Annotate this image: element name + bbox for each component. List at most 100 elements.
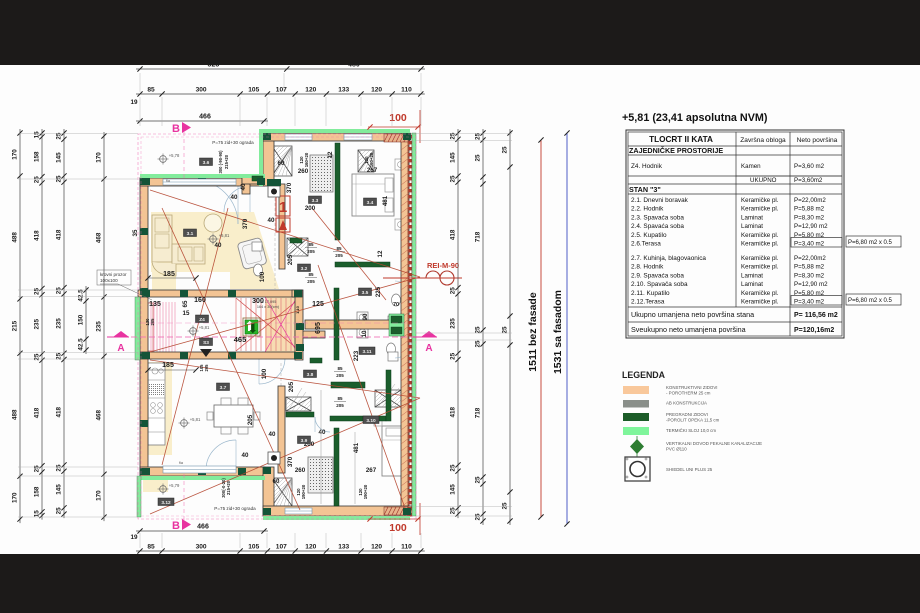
svg-text:85: 85 <box>308 272 314 277</box>
svg-text:110: 110 <box>401 544 412 551</box>
svg-text:25: 25 <box>450 507 457 515</box>
svg-text:120: 120 <box>371 87 382 94</box>
svg-text:A: A <box>425 343 432 354</box>
svg-text:200: 200 <box>305 205 316 212</box>
svg-text:418: 418 <box>450 406 457 417</box>
svg-text:107: 107 <box>276 87 287 94</box>
svg-text:215+20: 215+20 <box>226 480 231 495</box>
svg-text:25: 25 <box>34 465 41 473</box>
svg-text:60: 60 <box>278 160 285 167</box>
svg-text:VERTIKALNI DOVOD FEKALNE KANAL: VERTIKALNI DOVOD FEKALNE KANALIZACIJE <box>666 441 762 446</box>
svg-text:3.10: 3.10 <box>366 418 376 424</box>
svg-text:P=6,80 m2 x 0.5: P=6,80 m2 x 0.5 <box>848 298 893 304</box>
svg-text:3.7: 3.7 <box>220 385 227 391</box>
svg-text:35: 35 <box>132 229 139 236</box>
svg-text:2.8. Hodnik: 2.8. Hodnik <box>631 264 664 271</box>
svg-text:40: 40 <box>319 429 326 436</box>
svg-text:25: 25 <box>502 326 509 334</box>
svg-text:B: B <box>172 520 180 532</box>
svg-text:235: 235 <box>96 321 103 332</box>
svg-text:205: 205 <box>150 318 155 326</box>
svg-text:P=3,40 m2: P=3,40 m2 <box>794 241 825 248</box>
svg-text:170: 170 <box>96 490 103 501</box>
svg-text:40: 40 <box>269 431 276 438</box>
svg-text:P= 116,56 m2: P= 116,56 m2 <box>794 312 838 319</box>
svg-text:158: 158 <box>34 151 41 162</box>
svg-text:170: 170 <box>96 152 103 163</box>
svg-text:25: 25 <box>502 146 509 154</box>
svg-text:2.12.Terasa: 2.12.Terasa <box>631 299 665 306</box>
svg-text:+5,81: +5,81 <box>219 233 230 238</box>
svg-text:215: 215 <box>12 320 19 331</box>
svg-text:418: 418 <box>56 406 63 417</box>
svg-text:25: 25 <box>450 352 457 360</box>
svg-text:Z4. Hodnik: Z4. Hodnik <box>631 163 663 170</box>
svg-text:488: 488 <box>12 409 19 420</box>
svg-text:Keramičke pl.: Keramičke pl. <box>741 264 779 271</box>
svg-text:fia: fia <box>179 461 184 465</box>
svg-text:25: 25 <box>475 513 482 521</box>
svg-text:718: 718 <box>475 231 482 242</box>
svg-text:LEGENDA: LEGENDA <box>622 370 666 380</box>
svg-text:120: 120 <box>305 544 316 551</box>
svg-text:25: 25 <box>475 326 482 334</box>
svg-text:2.5. Kupatilo: 2.5. Kupatilo <box>631 232 667 239</box>
svg-text:3.6: 3.6 <box>203 160 210 166</box>
svg-text:P=5,88 m2: P=5,88 m2 <box>794 206 825 213</box>
svg-text:185: 185 <box>162 362 174 369</box>
svg-text:205: 205 <box>307 249 315 254</box>
svg-text:Neto površina: Neto površina <box>797 137 838 144</box>
svg-text:85: 85 <box>337 366 343 371</box>
svg-text:145: 145 <box>450 152 457 163</box>
svg-text:205: 205 <box>288 381 295 392</box>
svg-text:235: 235 <box>34 319 41 330</box>
svg-text:STAN "3": STAN "3" <box>629 185 661 194</box>
svg-text:1511 bez fasade: 1511 bez fasade <box>527 292 539 372</box>
svg-text:695: 695 <box>315 322 322 334</box>
svg-text:205: 205 <box>247 414 254 425</box>
svg-text:481: 481 <box>382 195 389 206</box>
svg-text:- POROTHERM 25 cm: - POROTHERM 25 cm <box>666 391 711 396</box>
svg-text:85: 85 <box>147 87 155 94</box>
svg-text:40: 40 <box>231 194 238 201</box>
svg-text:+5,79: +5,79 <box>169 483 180 488</box>
svg-text:40: 40 <box>215 242 222 249</box>
svg-text:205: 205 <box>336 373 344 378</box>
svg-text:158: 158 <box>33 486 40 497</box>
svg-text:170: 170 <box>12 492 19 503</box>
svg-text:164 x 30(cm): 164 x 30(cm) <box>257 305 280 309</box>
svg-text:3.11: 3.11 <box>362 349 371 355</box>
svg-text:Keramičke pl.: Keramičke pl. <box>741 241 779 248</box>
svg-text:+5,81: +5,81 <box>199 325 210 330</box>
svg-text:Z4: Z4 <box>199 317 205 323</box>
svg-text:170: 170 <box>12 149 19 160</box>
svg-text:Keramičke pl.: Keramičke pl. <box>741 299 779 306</box>
svg-text:KONSTRUKTIVNI ZIDOVI: KONSTRUKTIVNI ZIDOVI <box>666 385 717 390</box>
svg-text:466: 466 <box>199 114 211 121</box>
svg-text:Keramičke pl.: Keramičke pl. <box>741 290 779 297</box>
svg-text:25: 25 <box>502 502 509 510</box>
svg-text:25: 25 <box>475 154 482 162</box>
svg-text:1: 1 <box>279 199 287 216</box>
svg-text:215+20: 215+20 <box>224 154 229 169</box>
svg-text:25: 25 <box>450 287 457 295</box>
svg-text:1,10: 1,10 <box>295 305 300 314</box>
svg-text:488: 488 <box>12 232 19 243</box>
svg-text:P=75 zid+30 ograda: P=75 zid+30 ograda <box>214 506 256 511</box>
svg-text:15: 15 <box>34 510 41 518</box>
svg-text:40: 40 <box>242 452 249 459</box>
svg-text:418: 418 <box>56 229 63 240</box>
svg-text:PREGRADNI ZIDOVI: PREGRADNI ZIDOVI <box>666 412 708 417</box>
svg-text:Kamen: Kamen <box>741 163 761 170</box>
svg-text:110: 110 <box>401 87 412 94</box>
svg-text:25: 25 <box>34 176 41 184</box>
svg-text:3.9: 3.9 <box>301 438 308 444</box>
svg-text:TLOCRT II KATA: TLOCRT II KATA <box>649 135 713 144</box>
svg-text:418: 418 <box>34 407 41 418</box>
svg-text:160+20: 160+20 <box>369 152 374 167</box>
svg-text:466: 466 <box>197 524 209 531</box>
svg-text:481: 481 <box>353 442 360 453</box>
svg-text:260: 260 <box>298 168 309 175</box>
svg-text:15: 15 <box>183 310 190 317</box>
svg-text:2.2. Hodnik: 2.2. Hodnik <box>631 206 664 213</box>
